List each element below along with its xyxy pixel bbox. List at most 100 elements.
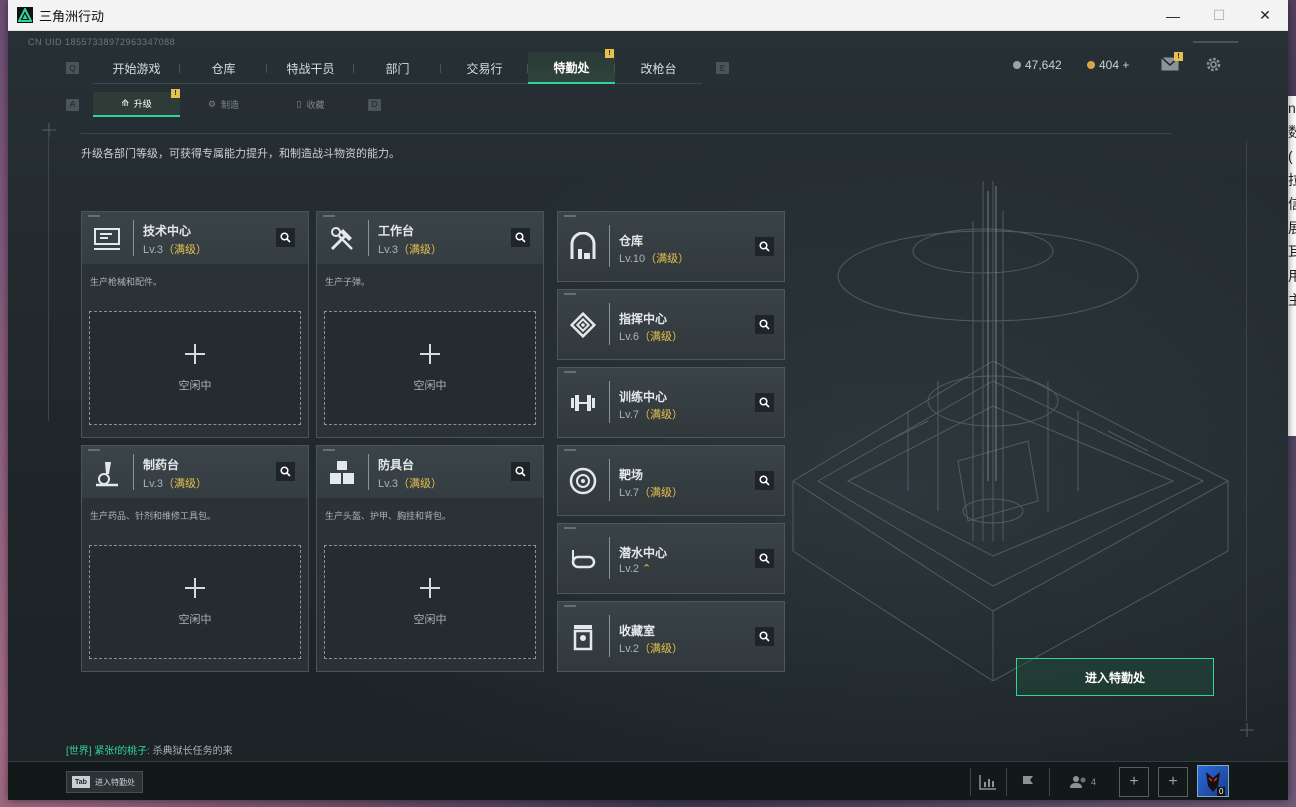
search-icon: [515, 232, 526, 243]
tools-icon: [330, 227, 353, 251]
facility-diving-center[interactable]: 潜水中心 Lv.2 ⌃: [557, 523, 785, 594]
card-separator: [133, 220, 134, 256]
subtab-craft-label: 制造: [221, 100, 240, 110]
workshop-card-workbench[interactable]: 工作台 Lv.3（满级） 生产子弹。 空闲中: [316, 211, 544, 438]
cubes-icon: [330, 461, 354, 484]
tab-gunsmith[interactable]: 改枪台: [615, 52, 702, 84]
plus-icon: [420, 344, 440, 364]
decorative-dash: [323, 449, 335, 451]
tab-market[interactable]: 交易行: [441, 52, 528, 84]
warehouse-icon: [570, 232, 596, 259]
target-icon: [569, 467, 597, 495]
card-description: 生产枪械和配件。: [90, 277, 163, 287]
tab-warehouse[interactable]: 仓库: [180, 52, 267, 84]
max-level-label: （满级）: [638, 331, 683, 343]
nav-prev-key[interactable]: Q: [66, 62, 79, 74]
decorative-dash: [88, 215, 100, 217]
search-button[interactable]: [276, 228, 295, 247]
production-slot[interactable]: 空闲中: [89, 545, 301, 659]
chat-message[interactable]: [世界] 紧张f的桃子: 杀典狱长任务的来: [66, 742, 233, 757]
facility-training-center[interactable]: 训练中心 Lv.7（满级）: [557, 367, 785, 438]
subtab-collection-label: 收藏: [306, 100, 325, 110]
decorative-dash: [564, 215, 576, 217]
subnav-next-key[interactable]: D: [368, 98, 381, 111]
level-value: Lv.2: [619, 643, 639, 655]
subtab-craft[interactable]: ⚙ 制造: [180, 92, 267, 117]
slot-status: 空闲中: [178, 380, 212, 392]
facility-name: 靶场: [619, 468, 644, 482]
max-level-label: （满级）: [638, 643, 683, 655]
workshop-card-armor[interactable]: 防具台 Lv.3（满级） 生产头盔、护甲、胸挂和背包。 空闲中: [316, 445, 544, 672]
app-logo-icon: [17, 7, 33, 23]
tab-key: Tab: [72, 776, 90, 788]
card-level: Lv.3（满级）: [378, 241, 442, 257]
max-level-label: （满级）: [638, 487, 683, 499]
tab-special-service[interactable]: 特勤处 !: [528, 49, 615, 84]
friends-icon: [1069, 776, 1086, 788]
search-button[interactable]: [755, 237, 774, 256]
level-value: Lv.3: [378, 244, 398, 256]
premium-balance[interactable]: 404 +: [1087, 58, 1129, 72]
facility-command-center[interactable]: 指挥中心 Lv.6（满级）: [557, 289, 785, 360]
decorative-dash: [564, 371, 576, 373]
search-button[interactable]: [511, 228, 530, 247]
tab-special-service-label: 特勤处: [553, 60, 590, 75]
level-value: Lv.10: [619, 253, 646, 265]
card-title: 技术中心: [143, 224, 192, 238]
facility-warehouse[interactable]: 仓库 Lv.10（满级）: [557, 211, 785, 282]
subnav-prev-key[interactable]: A: [66, 98, 79, 111]
search-button[interactable]: [755, 471, 774, 490]
facility-level: Lv.6（满级）: [619, 328, 683, 344]
facility-level: Lv.2（满级）: [619, 640, 683, 656]
production-slot[interactable]: 空闲中: [324, 311, 536, 425]
decorative-dash: [564, 605, 576, 607]
maximize-button[interactable]: ☐: [1196, 0, 1242, 31]
enter-special-service-button[interactable]: 进入特勤处: [1016, 658, 1214, 696]
facility-level: Lv.7（满级）: [619, 406, 683, 422]
workshop-card-pharmacy[interactable]: 制药台 Lv.3（满级） 生产药品、针剂和维修工具包。 空闲中: [81, 445, 309, 672]
card-separator: [368, 454, 369, 490]
tab-start-game[interactable]: 开始游戏: [93, 52, 180, 84]
coin-amount: 47,642: [1025, 58, 1062, 72]
card-title: 工作台: [378, 224, 415, 238]
subtab-upgrade[interactable]: ⟰ 升级 !: [93, 89, 180, 117]
frame-line: [48, 131, 49, 421]
card-level: Lv.3（满级）: [143, 241, 207, 257]
search-button[interactable]: [511, 462, 530, 481]
coin-balance[interactable]: 47,642: [1013, 58, 1062, 72]
search-button[interactable]: [276, 462, 295, 481]
search-button[interactable]: [755, 549, 774, 568]
workshop-card-tech-center[interactable]: 技术中心 Lv.3（满级） 生产枪械和配件。 空闲中: [81, 211, 309, 438]
card-description: 生产头盔、护甲、胸挂和背包。: [325, 511, 452, 521]
facility-shooting-range[interactable]: 靶场 Lv.7（满级）: [557, 445, 785, 516]
facility-level: Lv.10（满级）: [619, 250, 689, 266]
production-slot[interactable]: 空闲中: [324, 545, 536, 659]
search-button[interactable]: [755, 393, 774, 412]
facility-collection-room[interactable]: 收藏室 Lv.2（满级）: [557, 601, 785, 672]
notification-badge: !: [605, 49, 614, 58]
decorative-dash: [323, 215, 335, 217]
base-schematic-art: [792, 181, 1230, 681]
game-window: 三角洲行动 — ☐ ✕ CN UID 18557338972963347088 …: [8, 0, 1288, 800]
tab-department[interactable]: 部门: [354, 52, 441, 84]
minimize-button[interactable]: —: [1150, 0, 1196, 31]
team-slot-add-button[interactable]: +: [1119, 767, 1149, 797]
search-button[interactable]: [755, 627, 774, 646]
friends-button[interactable]: 4: [1063, 769, 1103, 795]
facility-name: 指挥中心: [619, 312, 668, 326]
nav-next-key[interactable]: E: [716, 62, 729, 74]
decorative-dash: [88, 449, 100, 451]
team-slot-add-button[interactable]: +: [1158, 767, 1188, 797]
subtab-collection[interactable]: ▯ 收藏: [267, 92, 354, 117]
tab-shortcut-hint[interactable]: Tab 进入特勤处: [66, 771, 143, 793]
facility-name: 仓库: [619, 234, 644, 248]
tab-operators[interactable]: 特战干员: [267, 52, 354, 84]
separator: [1049, 768, 1050, 796]
stats-icon[interactable]: [974, 769, 1002, 795]
search-button[interactable]: [755, 315, 774, 334]
gear-icon[interactable]: [1205, 56, 1222, 73]
flag-icon[interactable]: [1014, 769, 1042, 795]
close-button[interactable]: ✕: [1242, 0, 1288, 31]
production-slot[interactable]: 空闲中: [89, 311, 301, 425]
facility-name: 收藏室: [619, 624, 656, 638]
